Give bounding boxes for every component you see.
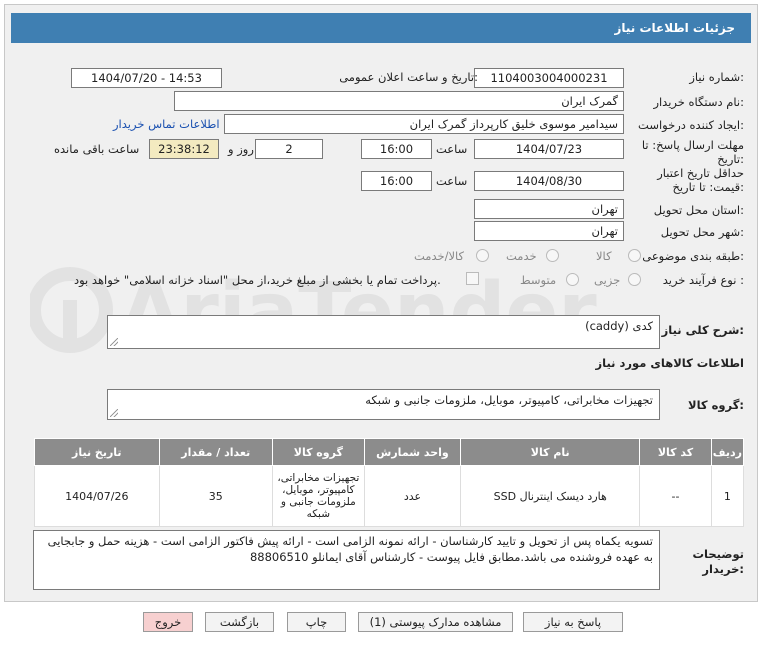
province-field: تهران	[474, 199, 624, 219]
buyer-notes-label-1: توضیحات	[692, 547, 745, 561]
category-option-service: خدمت	[506, 249, 537, 263]
deadline-date-field: 1404/07/23	[474, 139, 624, 159]
category-radio-goods[interactable]	[628, 249, 641, 262]
table-row: 1 -- هارد دیسک اینترنال SSD عدد تجهیزات …	[34, 465, 745, 527]
page-title-bar: جزئیات اطلاعات نیاز	[11, 13, 751, 43]
days-word: روز و	[228, 142, 254, 156]
validity-time-field: 16:00	[361, 171, 432, 191]
attachments-button[interactable]: مشاهده مدارک پیوستی (1)	[358, 612, 513, 632]
cell-row-number: 1	[710, 465, 745, 527]
deadline-time-field: 16:00	[361, 139, 432, 159]
days-field: 2	[255, 139, 323, 159]
cell-goods-name: هارد دیسک اینترنال SSD	[460, 465, 641, 527]
city-field: تهران	[474, 221, 624, 241]
goods-group-field: تجهیزات مخابراتی، کامپیوتر، موبایل، ملزو…	[107, 389, 660, 420]
col-goods-code: کد کالا	[639, 438, 712, 466]
process-option-minor: جزیی	[594, 273, 621, 287]
buyer-notes-field: تسویه یکماه پس از تحویل و تایید کارشناسا…	[33, 530, 660, 590]
process-radio-minor[interactable]	[628, 273, 641, 286]
creator-label: ایجاد کننده درخواست:	[638, 118, 744, 132]
category-option-both: کالا/خدمت	[414, 249, 465, 263]
summary-field: کدی (caddy)	[107, 315, 660, 349]
treasury-note: پرداخت تمام یا بخشی از مبلغ خرید،از محل …	[74, 273, 441, 287]
col-unit: واحد شمارش	[363, 438, 462, 466]
validity-label-1: حداقل تاریخ اعتبار	[657, 166, 744, 180]
cell-quantity: 35	[158, 465, 273, 527]
process-label: نوع فرآیند خرید :	[662, 273, 744, 287]
goods-section-title: اطلاعات کالاهای مورد نیاز	[595, 356, 744, 370]
cell-goods-code: --	[639, 465, 712, 527]
category-label: طبقه بندی موضوعی:	[642, 249, 744, 263]
category-radio-service[interactable]	[546, 249, 559, 262]
need-number-label: شماره نیاز:	[689, 70, 744, 84]
contact-buyer-link[interactable]: اطلاعات تماس خریدار	[113, 117, 220, 131]
col-quantity: تعداد / مقدار	[158, 438, 273, 466]
deadline-label-2: تاریخ:	[717, 152, 744, 166]
buyer-notes-text: تسویه یکماه پس از تحویل و تایید کارشناسا…	[47, 534, 653, 564]
goods-table: ردیف کد کالا نام کالا واحد شمارش گروه کا…	[34, 438, 745, 527]
goods-group-text: تجهیزات مخابراتی، کامپیوتر، موبایل، ملزو…	[365, 393, 653, 407]
process-option-medium: متوسط	[520, 273, 557, 287]
cell-need-date: 1404/07/26	[34, 465, 160, 527]
back-button[interactable]: بازگشت	[205, 612, 274, 632]
validity-date-field: 1404/08/30	[474, 171, 624, 191]
process-radio-medium[interactable]	[566, 273, 579, 286]
remaining-word: ساعت باقی مانده	[54, 142, 140, 156]
cell-unit: عدد	[363, 465, 462, 527]
page-title: جزئیات اطلاعات نیاز	[614, 21, 735, 35]
buyer-org-label: نام دستگاه خریدار:	[653, 95, 744, 109]
announce-label: تاریخ و ساعت اعلان عمومی:	[339, 70, 478, 84]
category-option-goods: کالا	[596, 249, 612, 263]
category-radio-both[interactable]	[476, 249, 489, 262]
deadline-label-1: مهلت ارسال پاسخ: تا	[641, 138, 744, 152]
creator-field: سیدامیر موسوی خلیق کارپرداز گمرک ایران	[224, 114, 624, 134]
buyer-org-field: گمرک ایران	[174, 91, 624, 111]
treasury-checkbox[interactable]	[466, 272, 479, 285]
reply-button[interactable]: پاسخ به نیاز	[523, 612, 623, 632]
summary-label: شرح کلی نیاز:	[661, 323, 744, 337]
col-goods-group: گروه کالا	[271, 438, 365, 466]
deadline-time-word: ساعت	[436, 142, 468, 156]
province-label: استان محل تحویل:	[653, 203, 744, 217]
col-row-number: ردیف	[710, 438, 745, 466]
city-label: شهر محل تحویل:	[660, 225, 744, 239]
summary-text: کدی (caddy)	[585, 319, 653, 333]
announce-field: 1404/07/20 - 14:53	[71, 68, 222, 88]
col-need-date: تاریخ نیاز	[34, 438, 160, 466]
validity-time-word: ساعت	[436, 174, 468, 188]
goods-group-label: گروه کالا:	[688, 398, 744, 412]
validity-label-2: قیمت: تا تاریخ:	[672, 180, 744, 194]
resize-grip[interactable]	[110, 338, 118, 346]
cell-goods-group: تجهیزات مخابراتی، کامپیوتر، موبایل، ملزو…	[271, 465, 365, 527]
print-button[interactable]: چاپ	[287, 612, 346, 632]
need-number-field: 1104003004000231	[474, 68, 624, 88]
resize-grip[interactable]	[110, 409, 118, 417]
table-header-row: ردیف کد کالا نام کالا واحد شمارش گروه کا…	[34, 438, 745, 466]
buyer-notes-label-2: خریدار:	[702, 562, 744, 576]
col-goods-name: نام کالا	[460, 438, 641, 466]
remaining-time-field: 23:38:12	[149, 139, 219, 159]
exit-button[interactable]: خروج	[143, 612, 193, 632]
